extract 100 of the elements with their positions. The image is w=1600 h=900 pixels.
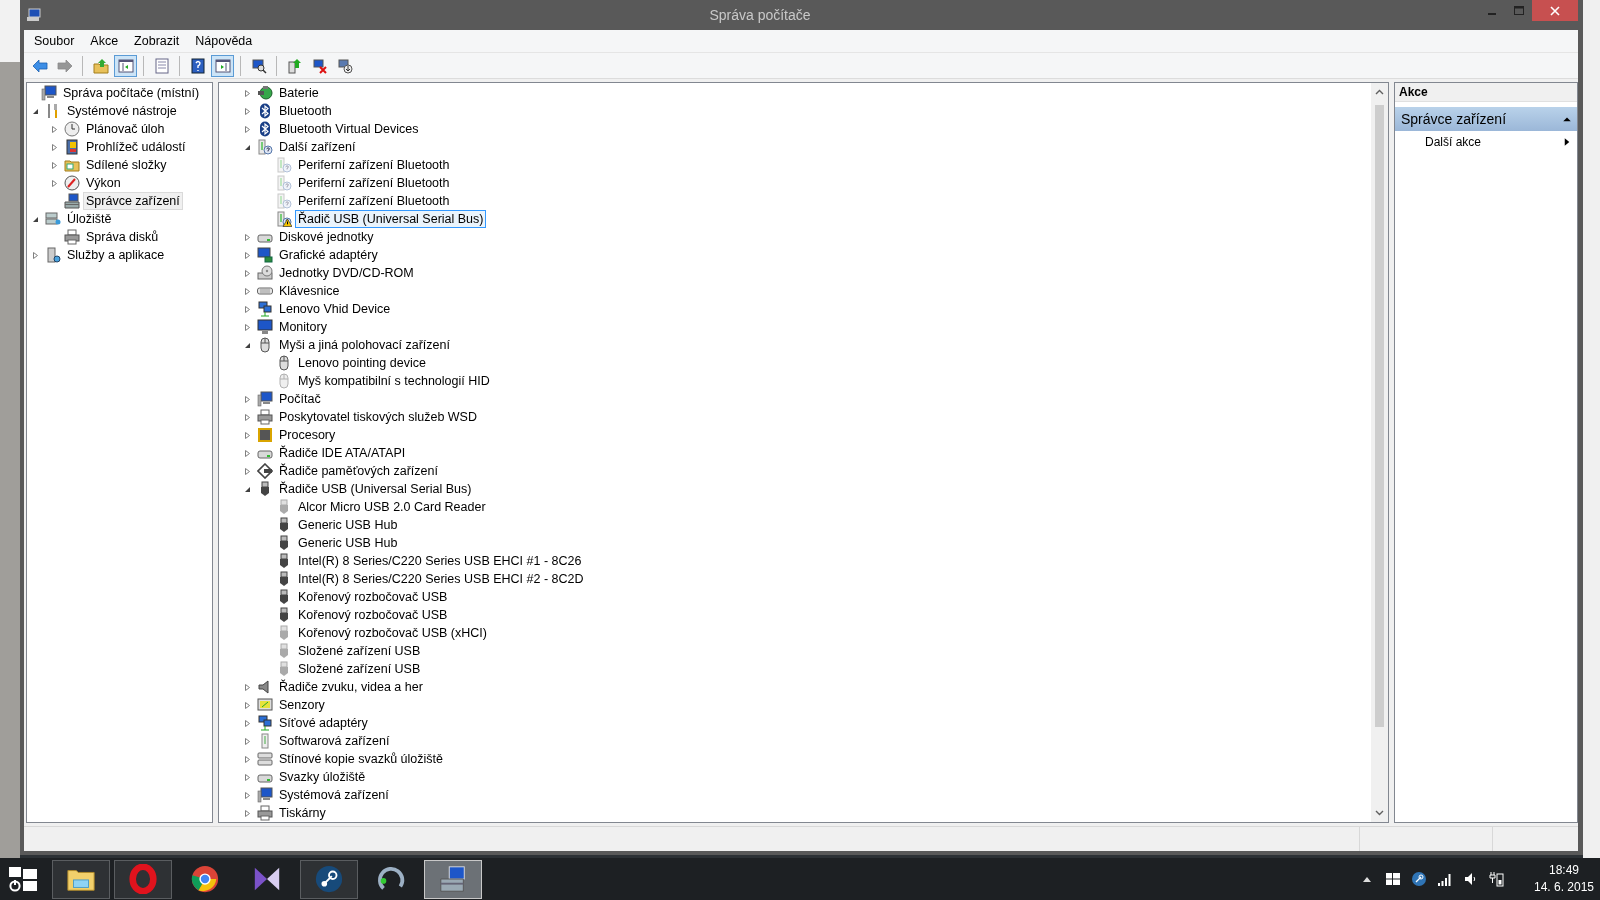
close-button[interactable] xyxy=(1532,0,1578,21)
tree-item[interactable]: Řadič USB (Universal Serial Bus) xyxy=(295,210,487,228)
tree-item[interactable]: Myši a jiná polohovací zařízení xyxy=(276,336,453,354)
action-item[interactable]: Další akce xyxy=(1395,131,1577,153)
tree-item[interactable]: Stínové kopie svazků úložiště xyxy=(276,750,446,768)
tree-item[interactable]: Lenovo pointing device xyxy=(295,354,429,372)
scroll-down-icon[interactable] xyxy=(1375,810,1384,816)
expand-arrow-icon[interactable] xyxy=(243,790,252,800)
expand-arrow-icon[interactable] xyxy=(243,736,252,746)
tree-item[interactable]: Sdílené složky xyxy=(83,156,170,174)
tree-item[interactable]: Periferní zařízení Bluetooth xyxy=(295,192,453,210)
expand-arrow-icon[interactable] xyxy=(243,106,252,116)
tree-item[interactable]: Generic USB Hub xyxy=(295,516,401,534)
expand-arrow-icon[interactable] xyxy=(243,772,252,782)
tree-item[interactable]: Řadiče IDE ATA/ATAPI xyxy=(276,444,409,462)
tree-item[interactable]: Jednotky DVD/CD-ROM xyxy=(276,264,417,282)
tree-item[interactable]: Monitory xyxy=(276,318,330,336)
tree-item[interactable]: Kořenový rozbočovač USB xyxy=(295,606,451,624)
tree-item[interactable]: Prohlížeč událostí xyxy=(83,138,189,156)
expand-arrow-icon[interactable] xyxy=(243,682,252,692)
tree-item[interactable]: Bluetooth Virtual Devices xyxy=(276,120,422,138)
expand-arrow-icon[interactable] xyxy=(243,466,252,476)
tree-item[interactable]: Svazky úložiště xyxy=(276,768,369,786)
tree-item[interactable]: Tiskárny xyxy=(276,804,329,822)
tree-item[interactable]: Procesory xyxy=(276,426,339,444)
expand-arrow-icon[interactable] xyxy=(243,88,252,98)
tree-item[interactable]: Klávesnice xyxy=(276,282,343,300)
expand-arrow-icon[interactable] xyxy=(50,124,59,134)
steam-icon[interactable] xyxy=(1411,871,1427,887)
tree-item[interactable]: Úložiště xyxy=(64,210,115,228)
tree-item[interactable]: Poskytovatel tiskových služeb WSD xyxy=(276,408,480,426)
mouse-icon xyxy=(257,337,273,353)
scrollbar-thumb[interactable] xyxy=(1375,105,1384,727)
tree-item[interactable]: Řadiče zvuku, videa a her xyxy=(276,678,426,696)
expand-arrow-icon[interactable] xyxy=(243,250,252,260)
scroll-up-icon[interactable] xyxy=(1375,89,1384,95)
taskbar-button[interactable] xyxy=(52,859,110,899)
menu-item[interactable]: Zobrazit xyxy=(126,34,188,48)
tree-item[interactable]: Periferní zařízení Bluetooth xyxy=(295,156,453,174)
tree-item[interactable]: Počítač xyxy=(276,390,324,408)
tree-item[interactable]: Intel(R) 8 Series/C220 Series USB EHCI #1 - 8C26 xyxy=(295,552,585,570)
section-header[interactable]: Správce zařízení xyxy=(1395,107,1577,131)
tree-item[interactable]: Složené zařízení USB xyxy=(295,660,424,678)
taskbar-button[interactable] xyxy=(300,859,358,899)
tree-item[interactable]: Systémové nástroje xyxy=(64,102,180,120)
tree-item[interactable]: Správa počítače (místní) xyxy=(60,84,203,102)
tree-item[interactable]: Řadiče USB (Universal Serial Bus) xyxy=(276,480,475,498)
tree-item[interactable]: Lenovo Vhid Device xyxy=(276,300,394,318)
tree-item[interactable]: Kořenový rozbočovač USB xyxy=(295,588,451,606)
tree-item[interactable]: Výkon xyxy=(83,174,124,192)
expand-arrow-icon[interactable] xyxy=(243,232,252,242)
tree-item[interactable]: Generic USB Hub xyxy=(295,534,401,552)
expand-arrow-icon[interactable] xyxy=(50,178,59,188)
tree-item[interactable]: Síťové adaptéry xyxy=(276,714,371,732)
tree-item[interactable]: Kořenový rozbočovač USB (xHCI) xyxy=(295,624,490,642)
tree-item[interactable]: Správce zařízení xyxy=(83,192,183,210)
expand-arrow-icon[interactable] xyxy=(243,268,252,278)
tree-item[interactable]: Složené zařízení USB xyxy=(295,642,424,660)
expand-arrow-icon[interactable] xyxy=(243,754,252,764)
scrollbar[interactable] xyxy=(1371,83,1388,822)
tree-item[interactable]: Bluetooth xyxy=(276,102,335,120)
battery-plug-icon[interactable] xyxy=(1489,871,1505,887)
menu-item[interactable]: Akce xyxy=(82,34,127,48)
expand-arrow-icon[interactable] xyxy=(243,304,252,314)
expand-arrow-icon[interactable] xyxy=(243,322,252,332)
tree-item[interactable]: Služby a aplikace xyxy=(64,246,168,264)
expand-arrow-icon[interactable] xyxy=(243,700,252,710)
menu-item[interactable]: Nápověda xyxy=(187,34,261,48)
tree-item[interactable]: Plánovač úloh xyxy=(83,120,168,138)
expand-arrow-icon[interactable] xyxy=(243,718,252,728)
expand-arrow-icon[interactable] xyxy=(243,412,252,422)
tree-item[interactable]: Správa disků xyxy=(83,228,162,246)
signal-bars-icon[interactable] xyxy=(1437,871,1453,887)
tree-item[interactable]: Řadiče paměťových zařízení xyxy=(276,462,441,480)
tree-item[interactable]: Intel(R) 8 Series/C220 Series USB EHCI #2 - 8C2D xyxy=(295,570,587,588)
tree-item[interactable]: Senzory xyxy=(276,696,328,714)
clock[interactable]: 18:49 14. 6. 2015 xyxy=(1532,862,1596,896)
expand-arrow-icon[interactable] xyxy=(243,808,252,818)
windows-flag-icon[interactable] xyxy=(1385,871,1401,887)
tree-item[interactable]: Diskové jednotky xyxy=(276,228,377,246)
tree-item[interactable]: Baterie xyxy=(276,84,322,102)
tree-item[interactable]: Další zařízení xyxy=(276,138,359,156)
expand-arrow-icon[interactable] xyxy=(50,160,59,170)
expand-arrow-icon[interactable] xyxy=(31,250,40,260)
tree-item[interactable]: Softwarová zařízení xyxy=(276,732,393,750)
menu-item[interactable]: Soubor xyxy=(26,34,83,48)
tree-item[interactable]: Alcor Micro USB 2.0 Card Reader xyxy=(295,498,489,516)
toolbar-button[interactable] xyxy=(211,54,234,77)
tree-item[interactable]: Grafické adaptéry xyxy=(276,246,381,264)
tree-item[interactable]: Myš kompatibilní s technologií HID xyxy=(295,372,493,390)
toolbar-button[interactable] xyxy=(114,54,137,77)
expand-arrow-icon[interactable] xyxy=(50,142,59,152)
back-arrow-icon xyxy=(31,57,48,74)
expand-arrow-icon[interactable] xyxy=(243,394,252,404)
expand-arrow-icon[interactable] xyxy=(243,430,252,440)
tree-item[interactable]: Periferní zařízení Bluetooth xyxy=(295,174,453,192)
expand-arrow-icon[interactable] xyxy=(243,124,252,134)
tree-item[interactable]: Systémová zařízení xyxy=(276,786,392,804)
expand-arrow-icon[interactable] xyxy=(243,448,252,458)
expand-arrow-icon[interactable] xyxy=(243,286,252,296)
